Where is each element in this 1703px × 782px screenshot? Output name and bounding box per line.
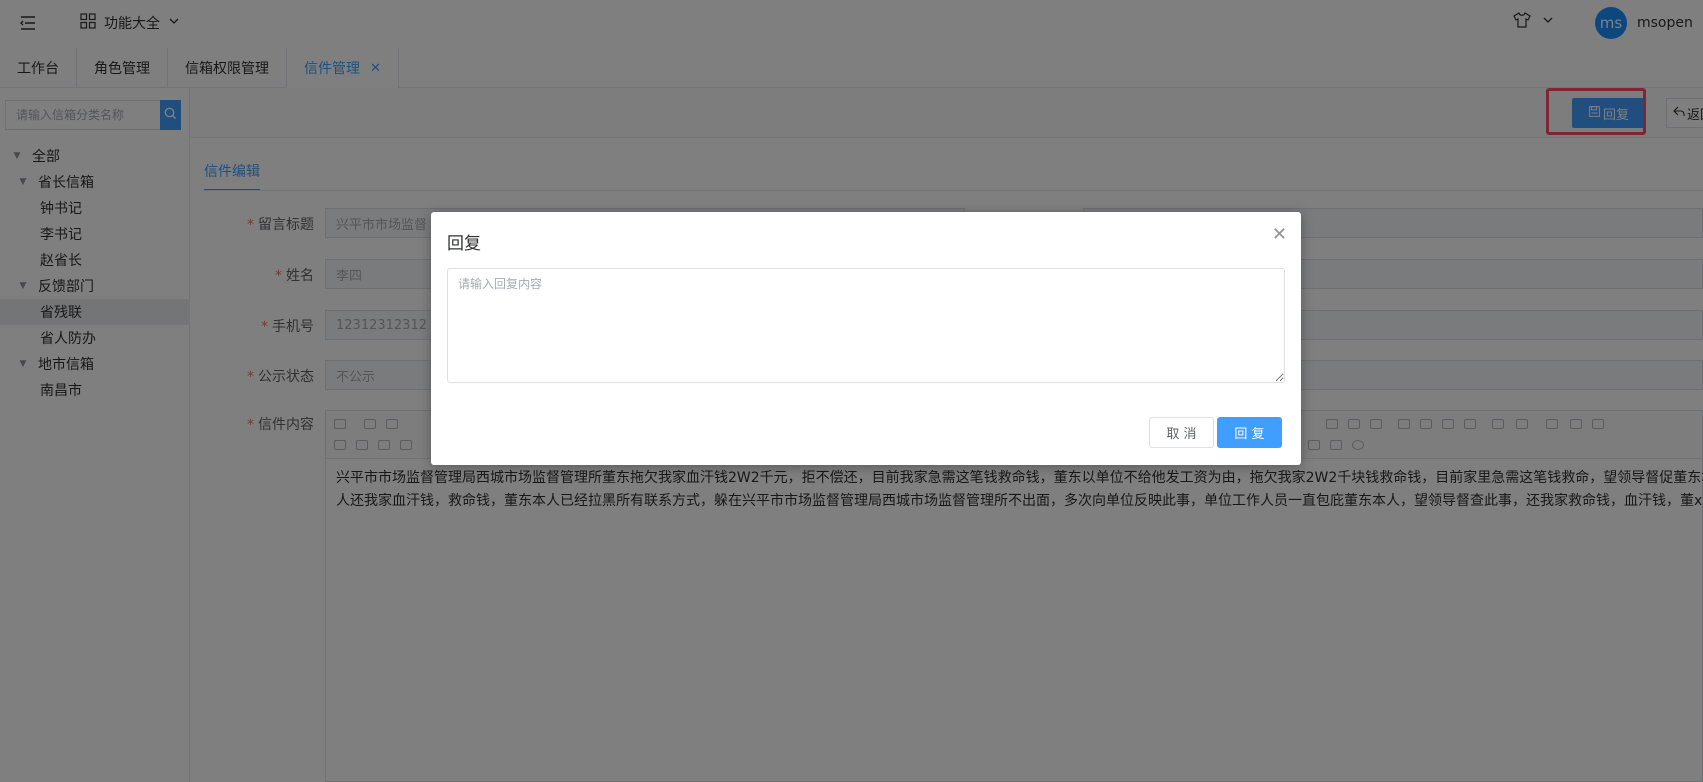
cancel-button[interactable]: 取 消 (1149, 417, 1214, 448)
confirm-reply-button[interactable]: 回 复 (1217, 417, 1282, 448)
close-icon[interactable]: ✕ (1272, 226, 1287, 244)
reply-dialog: 回复 ✕ 取 消 回 复 (431, 212, 1301, 465)
dialog-title: 回复 (447, 234, 481, 254)
reply-content-textarea[interactable] (447, 268, 1285, 383)
